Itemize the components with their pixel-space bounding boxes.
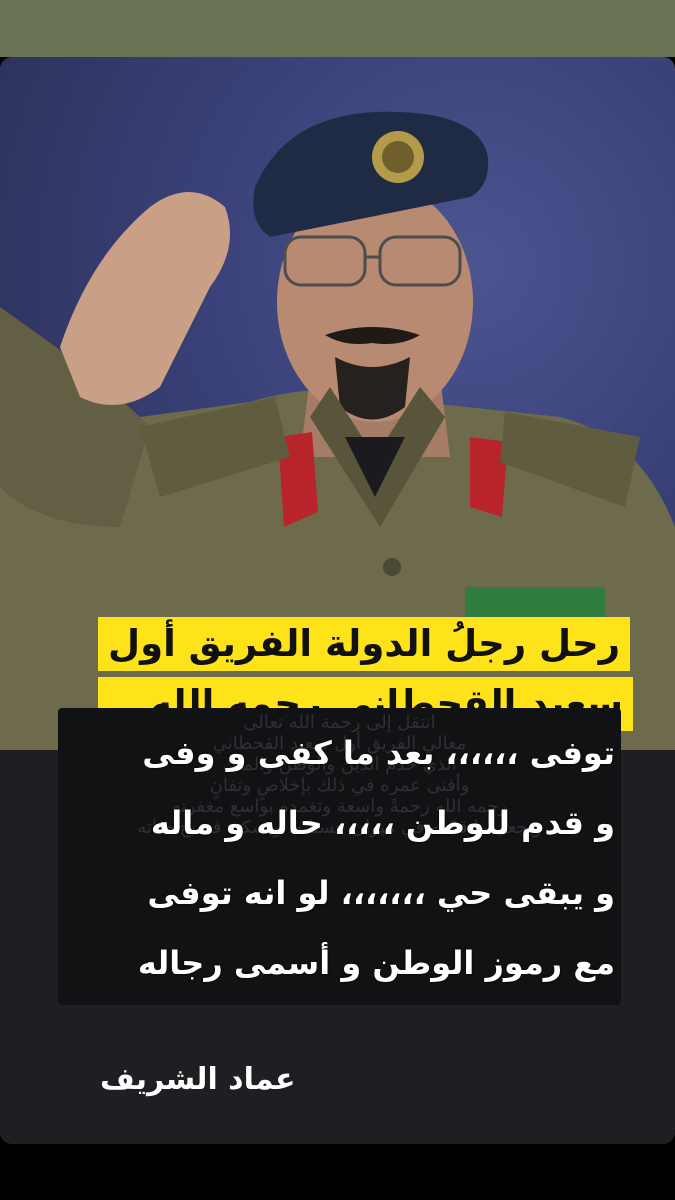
poem-line: و يبقى حي ،،،،،،، لو انه توفى [147, 874, 615, 912]
top-status-bar [0, 0, 675, 57]
author-signature: عماد الشريف [100, 1062, 296, 1097]
poem-line: مع رموز الوطن و أسمى رجاله [137, 944, 615, 982]
poem-line: توفى ،،،،،، بعد ما كفى و وفى [142, 734, 615, 772]
poem-text: توفى ،،،،،، بعد ما كفى و وفى و قدم للوطن… [70, 718, 615, 998]
officer-photo: رحل رجلُ الدولة الفريق أول سعيد القحطاني… [0, 57, 675, 750]
poem-line: و قدم للوطن ،،،،، حاله و ماله [150, 804, 615, 842]
headline-line-1: رحل رجلُ الدولة الفريق أول [97, 617, 631, 671]
